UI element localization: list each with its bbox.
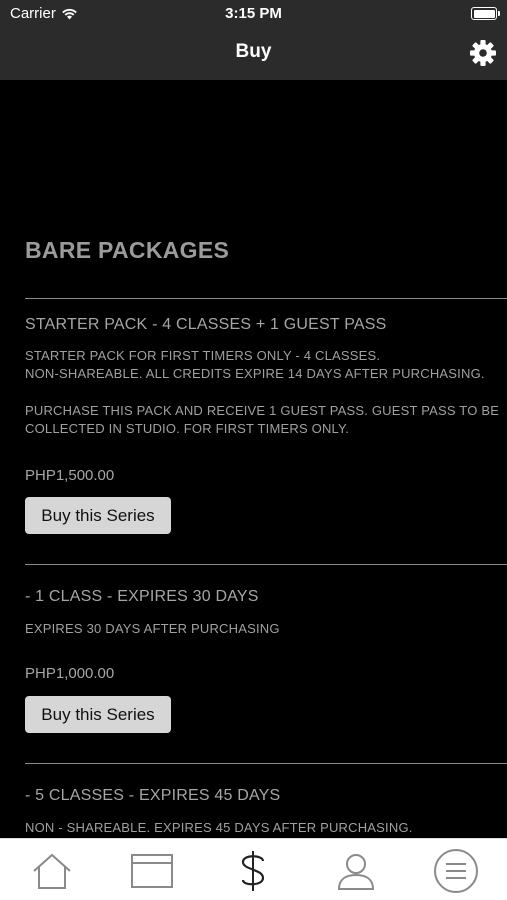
package-name: - 1 CLASS - EXPIRES 30 DAYS [25,588,259,605]
divider [25,298,507,299]
package-name: - 5 CLASSES - EXPIRES 45 DAYS [25,787,281,804]
package-description-line: COLLECTED IN STUDIO. FOR FIRST TIMERS ON… [25,421,350,436]
package-list[interactable]: BARE PACKAGES STARTER PACK - 4 CLASSES +… [0,80,507,838]
status-bar: Carrier 3:15 PM [0,0,507,28]
divider [25,564,507,565]
calendar-icon [131,854,173,888]
package-price: PHP1,500.00 [25,467,115,484]
package-description-line: EXPIRES 30 DAYS AFTER PURCHASING [25,621,280,636]
tab-more[interactable] [433,849,479,893]
package-description-line: PURCHASE THIS PACK AND RECEIVE 1 GUEST P… [25,403,500,418]
page-title: Buy [235,41,272,62]
dollar-icon [241,851,265,891]
battery-icon [471,7,500,20]
section-title: BARE PACKAGES [25,237,230,263]
profile-icon [337,854,375,890]
package-description-line: NON-SHAREABLE. ALL CREDITS EXPIRE 14 DAY… [25,366,485,381]
package-price: PHP1,000.00 [25,665,115,682]
tab-bar [0,838,507,900]
package-description-line: STARTER PACK FOR FIRST TIMERS ONLY - 4 C… [25,348,381,363]
buy-series-button[interactable]: Buy this Series [25,696,171,733]
package-name: STARTER PACK - 4 CLASSES + 1 GUEST PASS [25,316,387,333]
tab-schedule[interactable] [129,849,175,893]
navigation-bar: Buy [0,28,507,80]
tab-profile[interactable] [333,849,379,893]
divider [25,763,507,764]
clock: 3:15 PM [225,5,282,22]
buy-series-button[interactable]: Buy this Series [25,497,171,534]
package-description-line: NON - SHAREABLE. EXPIRES 45 DAYS AFTER P… [25,820,413,835]
gear-icon[interactable] [469,39,497,67]
tab-home[interactable] [29,849,75,893]
menu-icon [434,849,478,893]
home-icon [33,853,71,889]
tab-buy[interactable] [230,849,276,893]
